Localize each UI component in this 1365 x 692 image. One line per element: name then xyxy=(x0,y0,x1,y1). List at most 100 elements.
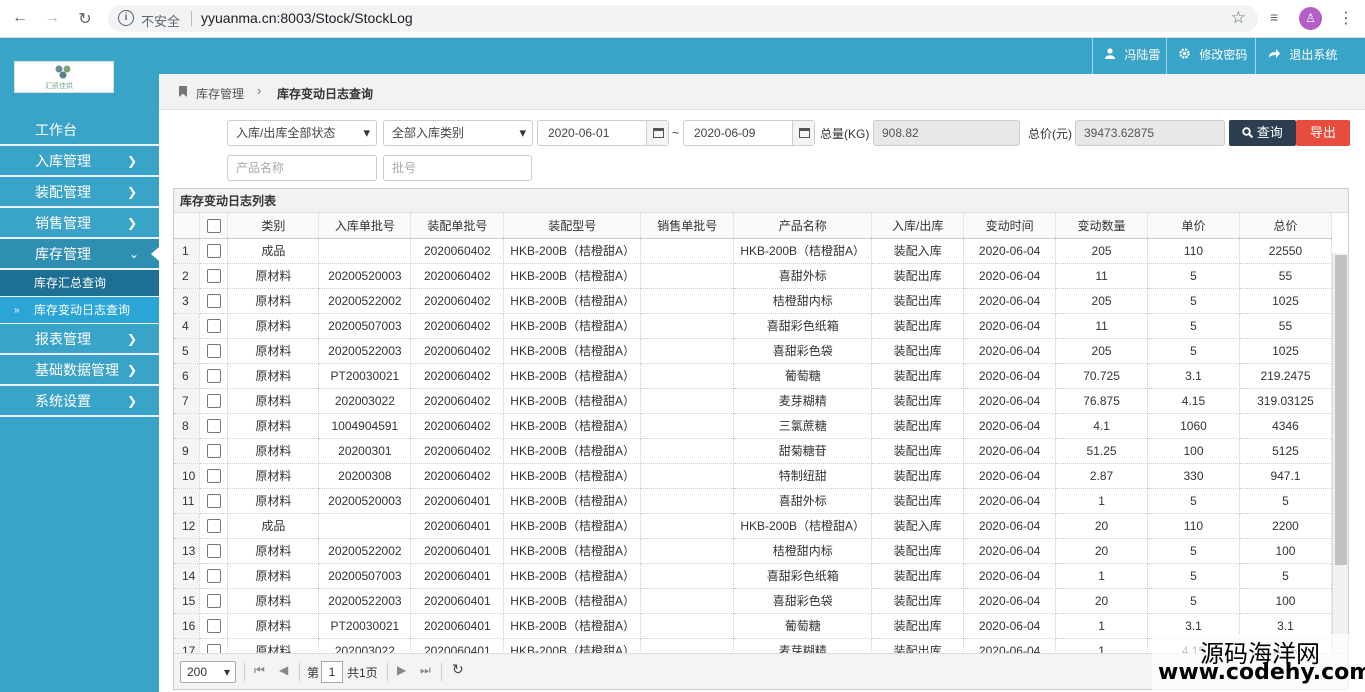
next-page-icon[interactable]: ▶ xyxy=(397,663,406,677)
row-checkbox[interactable] xyxy=(206,518,221,533)
row-checkbox[interactable] xyxy=(206,493,221,508)
table-scrollbar[interactable] xyxy=(1332,253,1348,653)
row-checkbox-cell[interactable] xyxy=(199,513,229,539)
table-row[interactable]: 4 原材料 20200507003 2020060402 HKB-200B（桔橙甜A） 喜… xyxy=(174,313,1332,339)
row-checkbox[interactable] xyxy=(206,243,221,258)
table-row[interactable]: 1 成品 2020060402 HKB-200B（桔橙甜A） HKB-200B（桔橙甜A… xyxy=(174,238,1332,264)
address-bar[interactable]: i 不安全 yyuanma.cn:8003/Stock/StockLog ☆ xyxy=(108,5,1258,32)
last-page-icon[interactable]: ⏭ xyxy=(420,663,431,678)
column-header: 装配型号 xyxy=(503,213,642,239)
sidebar-item-sales[interactable]: 销售管理 ❯ xyxy=(0,208,159,239)
table-row[interactable]: 5 原材料 20200522003 2020060402 HKB-200B（桔橙甜A） 喜… xyxy=(174,338,1332,364)
media-control-icon[interactable]: ≡ xyxy=(1270,9,1278,25)
row-checkbox[interactable] xyxy=(206,393,221,408)
url-text[interactable]: yyuanma.cn:8003/Stock/StockLog xyxy=(201,10,413,26)
row-checkbox[interactable] xyxy=(206,318,221,333)
export-button[interactable]: 导出 xyxy=(1296,120,1350,146)
row-checkbox[interactable] xyxy=(206,443,221,458)
table-row[interactable]: 7 原材料 202003022 2020060402 HKB-200B（桔橙甜A） 麦芽糊… xyxy=(174,388,1332,414)
row-checkbox-cell[interactable] xyxy=(199,238,229,264)
sidebar-item-inventory[interactable]: 库存管理 ⌄ xyxy=(0,239,159,270)
table-row[interactable]: 9 原材料 20200301 2020060402 HKB-200B（桔橙甜A） 甜菊糖苷… xyxy=(174,438,1332,464)
table-row[interactable]: 3 原材料 20200522002 2020060402 HKB-200B（桔橙甜A） 桔… xyxy=(174,288,1332,314)
user-button[interactable]: 冯陆雷 xyxy=(1092,38,1172,74)
browser-menu-icon[interactable]: ⋮ xyxy=(1338,8,1354,28)
table-cell xyxy=(640,638,735,653)
sidebar-item-basic-data[interactable]: 基础数据管理 ❯ xyxy=(0,355,159,386)
table-row[interactable]: 2 原材料 20200520003 2020060402 HKB-200B（桔橙甜A） 喜… xyxy=(174,263,1332,289)
select-all-checkbox-cell[interactable] xyxy=(199,213,229,239)
table-cell: 桔橙甜内标 xyxy=(733,538,873,564)
bookmark-star-icon[interactable]: ☆ xyxy=(1231,8,1246,28)
table-row[interactable]: 13 原材料 20200522002 2020060401 HKB-200B（桔橙甜A）… xyxy=(174,538,1332,564)
row-checkbox-cell[interactable] xyxy=(199,263,229,289)
table-row[interactable]: 10 原材料 20200308 2020060402 HKB-200B（桔橙甜A） 特制纽… xyxy=(174,463,1332,489)
page-size-select[interactable]: 200 xyxy=(180,661,236,683)
row-checkbox-cell[interactable] xyxy=(199,288,229,314)
page-number-input[interactable]: 1 xyxy=(321,661,343,683)
sidebar-item-settings[interactable]: 系统设置 ❯ xyxy=(0,386,159,417)
sidebar-subitem-inventory-summary[interactable]: 库存汇总查询 xyxy=(0,270,159,297)
calendar-button[interactable] xyxy=(792,121,814,145)
reload-icon[interactable]: ↻ xyxy=(75,9,95,29)
logout-button[interactable]: 退出系统 xyxy=(1255,38,1349,74)
row-checkbox-cell[interactable] xyxy=(199,638,229,653)
row-checkbox-cell[interactable] xyxy=(199,388,229,414)
row-checkbox-cell[interactable] xyxy=(199,313,229,339)
date-to-input[interactable]: 2020-06-09 xyxy=(683,120,815,146)
row-checkbox-cell[interactable] xyxy=(199,438,229,464)
table-row[interactable]: 6 原材料 PT20030021 2020060402 HKB-200B（桔橙甜A） 葡萄… xyxy=(174,363,1332,389)
batch-number-input[interactable]: 批号 xyxy=(383,155,532,181)
user-icon xyxy=(1105,48,1118,62)
sidebar-item-assembly[interactable]: 装配管理 ❯ xyxy=(0,177,159,208)
row-checkbox[interactable] xyxy=(206,643,221,653)
row-checkbox-cell[interactable] xyxy=(199,538,229,564)
refresh-icon[interactable]: ↻ xyxy=(452,661,464,678)
profile-avatar[interactable]: ♙ xyxy=(1299,7,1322,30)
breadcrumb-parent[interactable]: 库存管理 xyxy=(196,85,244,102)
first-page-icon[interactable]: ⏮ xyxy=(254,663,265,678)
table-row[interactable]: 15 原材料 20200522003 2020060401 HKB-200B（桔橙甜A）… xyxy=(174,588,1332,614)
row-checkbox[interactable] xyxy=(206,568,221,583)
forward-icon[interactable]: → xyxy=(42,9,62,27)
row-checkbox-cell[interactable] xyxy=(199,413,229,439)
date-from-input[interactable]: 2020-06-01 xyxy=(537,120,669,146)
row-checkbox[interactable] xyxy=(206,468,221,483)
row-checkbox[interactable] xyxy=(206,293,221,308)
query-button[interactable]: 查询 xyxy=(1229,120,1296,146)
change-password-button[interactable]: 修改密码 xyxy=(1166,38,1259,74)
row-checkbox[interactable] xyxy=(206,268,221,283)
info-icon[interactable]: i xyxy=(118,10,134,26)
calendar-button[interactable] xyxy=(646,121,668,145)
row-checkbox[interactable] xyxy=(206,543,221,558)
row-checkbox-cell[interactable] xyxy=(199,613,229,639)
row-checkbox[interactable] xyxy=(206,418,221,433)
scrollbar-thumb[interactable] xyxy=(1335,255,1347,565)
sidebar-item-workbench[interactable]: 工作台 xyxy=(0,115,159,146)
row-checkbox-cell[interactable] xyxy=(199,363,229,389)
status-select[interactable]: 入库/出库全部状态 xyxy=(227,120,377,146)
table-row[interactable]: 8 原材料 1004904591 2020060402 HKB-200B（桔橙甜A） 三氯… xyxy=(174,413,1332,439)
table-cell: 20200522003 xyxy=(318,338,412,364)
row-checkbox-cell[interactable] xyxy=(199,488,229,514)
table-row[interactable]: 14 原材料 20200507003 2020060401 HKB-200B（桔橙甜A）… xyxy=(174,563,1332,589)
row-checkbox[interactable] xyxy=(206,593,221,608)
row-checkbox[interactable] xyxy=(206,368,221,383)
sidebar-subitem-inventory-log[interactable]: » 库存变动日志查询 xyxy=(0,297,159,324)
back-icon[interactable]: ← xyxy=(10,9,30,27)
row-checkbox-cell[interactable] xyxy=(199,563,229,589)
category-select[interactable]: 全部入库类别 xyxy=(383,120,533,146)
row-checkbox[interactable] xyxy=(206,618,221,633)
sidebar-item-reports[interactable]: 报表管理 ❯ xyxy=(0,324,159,355)
row-checkbox-cell[interactable] xyxy=(199,463,229,489)
prev-page-icon[interactable]: ◀ xyxy=(279,663,288,677)
table-row[interactable]: 11 原材料 20200520003 2020060401 HKB-200B（桔橙甜A）… xyxy=(174,488,1332,514)
row-checkbox-cell[interactable] xyxy=(199,338,229,364)
row-number: 6 xyxy=(174,363,201,389)
select-all-checkbox[interactable] xyxy=(206,218,221,233)
row-checkbox[interactable] xyxy=(206,343,221,358)
row-checkbox-cell[interactable] xyxy=(199,588,229,614)
product-name-input[interactable]: 产品名称 xyxy=(227,155,377,181)
sidebar-item-inbound[interactable]: 入库管理 ❯ xyxy=(0,146,159,177)
table-row[interactable]: 12 成品 2020060401 HKB-200B（桔橙甜A） HKB-200B（桔橙甜… xyxy=(174,513,1332,539)
